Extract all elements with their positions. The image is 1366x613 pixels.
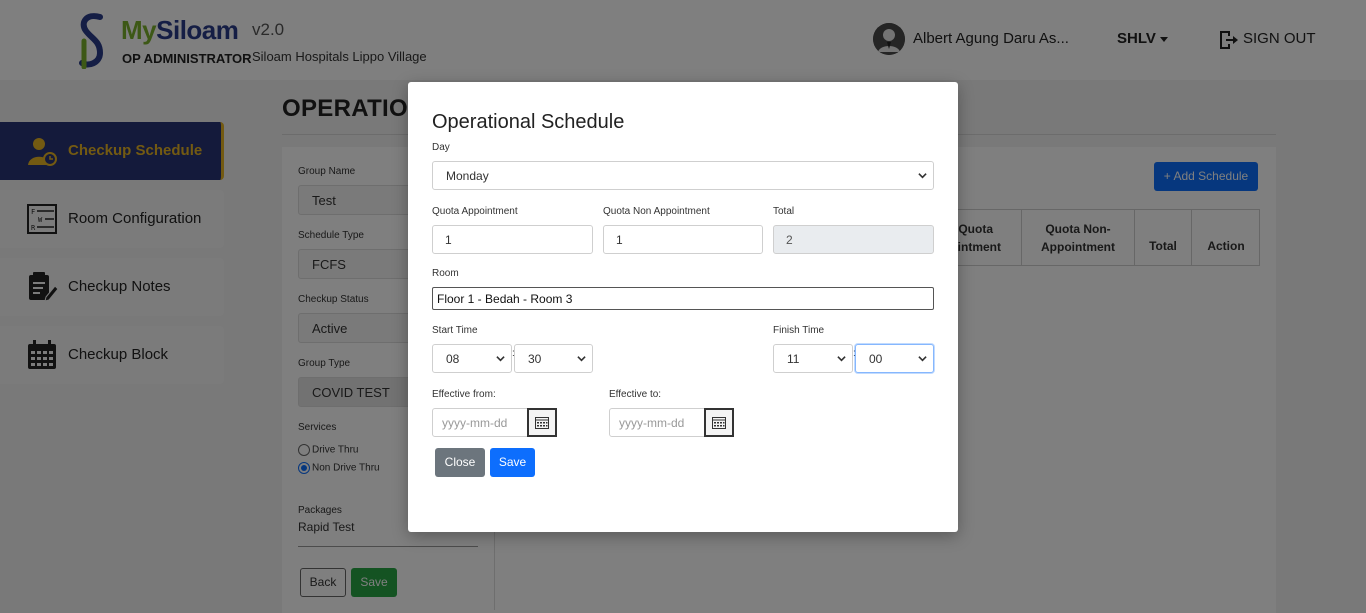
room-label: Room bbox=[432, 268, 459, 279]
finish-hour-select[interactable]: 11 bbox=[773, 344, 853, 373]
chevron-down-icon bbox=[918, 356, 927, 362]
total-label: Total bbox=[773, 206, 795, 217]
finish-minute-select[interactable]: 00 bbox=[855, 344, 934, 373]
modal-save-button[interactable]: Save bbox=[490, 448, 535, 477]
effective-to-label: Effective to: bbox=[609, 389, 662, 400]
quota-non-appointment-label: Quota Non Appointment bbox=[603, 206, 710, 217]
start-hour-select[interactable]: 08 bbox=[432, 344, 512, 373]
quota-appointment-input[interactable]: 1 bbox=[432, 225, 593, 254]
effective-to-calendar-button[interactable] bbox=[704, 408, 734, 437]
chevron-down-icon bbox=[577, 356, 586, 362]
start-time-label: Start Time bbox=[432, 325, 478, 336]
effective-from-calendar-button[interactable] bbox=[527, 408, 557, 437]
chevron-down-icon bbox=[496, 356, 505, 362]
start-minute-select[interactable]: 30 bbox=[514, 344, 593, 373]
effective-from-label: Effective from: bbox=[432, 389, 496, 400]
close-button[interactable]: Close bbox=[435, 448, 485, 477]
day-value: Monday bbox=[446, 169, 489, 183]
effective-to-input[interactable]: yyyy-mm-dd bbox=[609, 408, 705, 437]
day-select[interactable]: Monday bbox=[432, 161, 934, 190]
modal-title: Operational Schedule bbox=[432, 111, 625, 133]
calendar-icon bbox=[535, 417, 549, 429]
chevron-down-icon bbox=[918, 173, 927, 179]
start-minute-value: 30 bbox=[528, 352, 542, 366]
finish-time-label: Finish Time bbox=[773, 325, 825, 336]
operational-schedule-modal: Operational Schedule Day Monday Quota Ap… bbox=[408, 82, 958, 532]
finish-hour-value: 11 bbox=[787, 352, 800, 366]
start-hour-value: 08 bbox=[446, 352, 460, 366]
finish-minute-value: 00 bbox=[869, 352, 883, 366]
day-label: Day bbox=[432, 142, 450, 153]
room-select[interactable]: Floor 1 - Bedah - Room 3 bbox=[432, 287, 934, 310]
quota-non-appointment-input[interactable]: 1 bbox=[603, 225, 763, 254]
chevron-down-icon bbox=[837, 356, 846, 362]
quota-appointment-label: Quota Appointment bbox=[432, 206, 518, 217]
calendar-icon bbox=[712, 417, 726, 429]
total-input: 2 bbox=[773, 225, 934, 254]
effective-from-input[interactable]: yyyy-mm-dd bbox=[432, 408, 528, 437]
